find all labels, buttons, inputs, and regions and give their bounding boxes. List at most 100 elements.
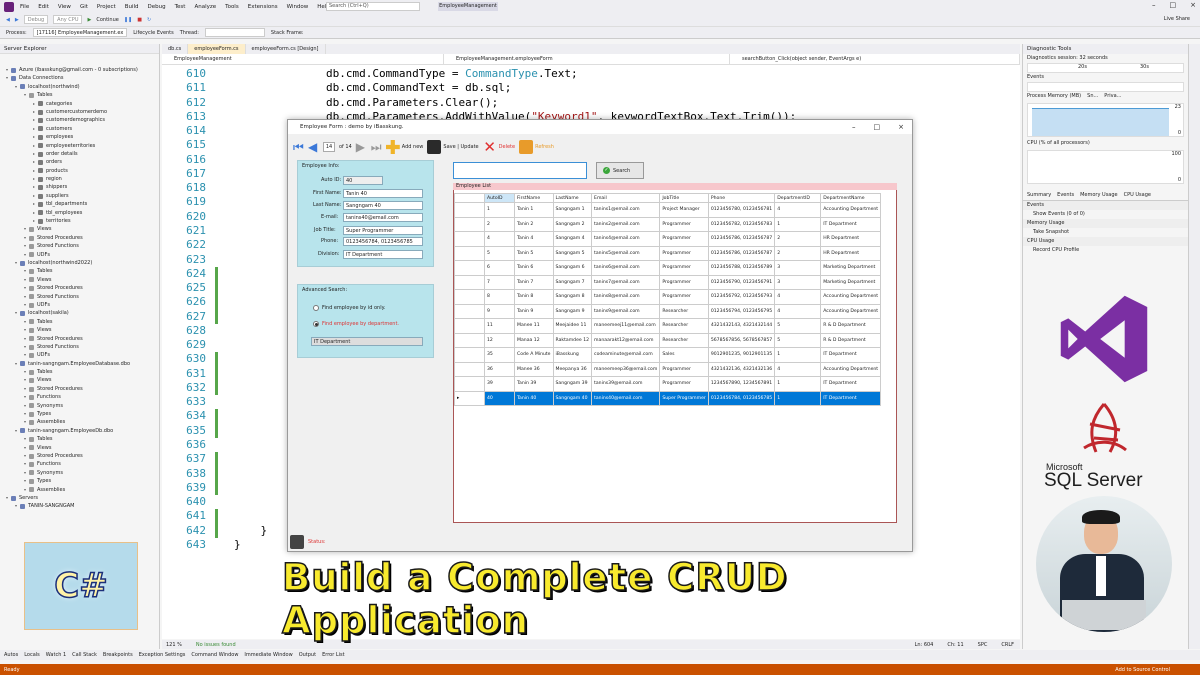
row-selector[interactable]	[454, 318, 485, 334]
show-events-link[interactable]: Show Events (0 of 0)	[1023, 210, 1188, 219]
tree-node[interactable]: ▾ Servers	[6, 494, 159, 502]
member-nav-select[interactable]: searchButton_Click(object sender, EventA…	[730, 54, 1020, 64]
tree-node[interactable]: ▸ customercustomerdemo	[6, 108, 159, 116]
tree-node[interactable]: ▾ Types	[6, 477, 159, 485]
tree-node[interactable]: ▾ UDFs	[6, 351, 159, 359]
menu-extensions[interactable]: Extensions	[248, 4, 278, 10]
stop-icon[interactable]: ■	[137, 17, 142, 23]
menu-analyze[interactable]: Analyze	[194, 4, 216, 10]
lifecycle-events-button[interactable]: Lifecycle Events	[133, 30, 173, 36]
table-row[interactable]: 6 Tanin 6 Sangngam 6 tanins6@email.com Progr…	[454, 260, 882, 276]
close-icon[interactable]: ×	[1190, 1, 1196, 9]
menu-git[interactable]: Git	[80, 4, 88, 10]
tree-node[interactable]: ▾ Views	[6, 326, 159, 334]
menu-project[interactable]: Project	[97, 4, 116, 10]
employee-grid[interactable]: AutoID FirstName LastName Email JobTitle Phon…	[453, 184, 897, 523]
grid-column-header[interactable]: FirstName	[514, 193, 554, 203]
row-selector[interactable]	[454, 202, 485, 218]
continue-button[interactable]: Continue	[96, 17, 118, 23]
row-selector[interactable]	[454, 289, 485, 305]
tree-node[interactable]: ▾ Tables	[6, 318, 159, 326]
cpu-graph[interactable]: 100 0	[1027, 150, 1184, 184]
tab-output[interactable]: Output	[299, 652, 316, 658]
tree-node[interactable]: ▸ region	[6, 175, 159, 183]
tree-node[interactable]: ▸ orders	[6, 158, 159, 166]
menu-window[interactable]: Window	[287, 4, 309, 10]
pause-icon[interactable]: ❚❚	[124, 17, 132, 23]
tab-db-cs[interactable]: db.cs	[162, 44, 189, 54]
table-row[interactable]: 2 Tanin 2 Sangngam 2 tanins2@email.com Progr…	[454, 216, 882, 232]
tree-node[interactable]: ▾ tanin-sangngam.EmployeeDb.dbo	[6, 427, 159, 435]
back-icon[interactable]: ◀	[6, 17, 10, 23]
diag-tab-cpu-usage[interactable]: CPU Usage	[1124, 192, 1151, 198]
tree-node[interactable]: ▾ Stored Procedures	[6, 385, 159, 393]
save-update-button[interactable]: Save | Update	[427, 140, 479, 154]
tab-watch-1[interactable]: Watch 1	[46, 652, 66, 658]
tab-command-window[interactable]: Command Window	[191, 652, 238, 658]
tree-node[interactable]: ▾ Tables	[6, 267, 159, 275]
search-button[interactable]: ✓ Search	[596, 162, 644, 179]
page-input[interactable]: 14	[323, 142, 335, 152]
tree-node[interactable]: ▾ Assemblies	[6, 486, 159, 494]
tree-node[interactable]: ▾ Stored Functions	[6, 343, 159, 351]
tree-node[interactable]: ▾ Stored Procedures	[6, 335, 159, 343]
table-row[interactable]: 39 Tanin 39 Sangngam 39 tanins39@email.com P…	[454, 376, 882, 392]
refresh-button[interactable]: Refresh	[519, 140, 554, 154]
row-selector[interactable]	[454, 274, 485, 290]
row-selector[interactable]	[454, 347, 485, 363]
right-tool-rail[interactable]	[1188, 44, 1200, 649]
table-row[interactable]: 11 Manee 11 Meejaidee 11 maneemeej11@email.…	[454, 318, 882, 334]
tab-immediate-window[interactable]: Immediate Window	[244, 652, 292, 658]
add-to-source-control-button[interactable]: Add to Source Control	[1115, 667, 1170, 673]
tree-node[interactable]: ▾ Types	[6, 410, 159, 418]
delete-button[interactable]: ✕ Delete	[483, 140, 515, 155]
tab-error-list[interactable]: Error List	[322, 652, 345, 658]
play-icon[interactable]: ▶	[87, 17, 91, 23]
table-row[interactable]: 8 Tanin 8 Sangngam 8 tanins8@email.com Progr…	[454, 289, 882, 305]
tree-node[interactable]: ▸ tbl_employees	[6, 209, 159, 217]
form-minimize-icon[interactable]: –	[852, 120, 856, 134]
restart-icon[interactable]: ↻	[147, 17, 151, 23]
tree-node[interactable]: ▸ employeeterritories	[6, 142, 159, 150]
grid-column-header[interactable]: JobTitle	[659, 193, 709, 203]
table-row[interactable]: 9 Tanin 9 Sangngam 9 tanins9@email.com Resea…	[454, 303, 882, 319]
tab-employee-form-cs[interactable]: employeeForm.cs	[188, 44, 246, 54]
tree-node[interactable]: ▸ customers	[6, 125, 159, 133]
tree-node[interactable]: ▾ Stored Functions	[6, 242, 159, 250]
row-selector[interactable]	[454, 260, 485, 276]
table-row[interactable]: 7 Tanin 7 Sangngam 7 tanins7@email.com Progr…	[454, 274, 882, 290]
class-nav-select[interactable]: EmployeeManagement.employeeForm	[444, 54, 730, 64]
row-selector[interactable]	[454, 303, 485, 319]
tree-node[interactable]: ▾ Stored Functions	[6, 293, 159, 301]
email-field[interactable]: tanins40@email.com	[343, 213, 423, 222]
search-input[interactable]: Search (Ctrl+Q)	[326, 2, 420, 11]
table-row[interactable]: 35 Code A Minute iBasskung codeaminute@emai…	[454, 347, 882, 363]
table-row[interactable]: 12 Manaa 12 Raktamdee 12 manaarakt12@email.…	[454, 332, 882, 348]
tree-node[interactable]: ▾ Stored Procedures	[6, 284, 159, 292]
tree-node[interactable]: ▸ suppliers	[6, 192, 159, 200]
zoom-level[interactable]: 121 %	[166, 642, 182, 648]
tree-node[interactable]: ▸ employees	[6, 133, 159, 141]
tree-node[interactable]: ▾ Synonyms	[6, 469, 159, 477]
maximize-icon[interactable]: □	[1170, 1, 1177, 9]
tree-node[interactable]: ▾ UDFs	[6, 251, 159, 259]
auto-id-field[interactable]: 40	[343, 176, 383, 185]
tree-node[interactable]: ▾ Assemblies	[6, 418, 159, 426]
table-row[interactable]: 5 Tanin 5 Sangngam 5 tanins5@email.com Progr…	[454, 245, 882, 261]
issues-status[interactable]: No issues found	[196, 642, 236, 648]
tree-node[interactable]: ▾ localhost(northwind)	[6, 83, 159, 91]
minimize-icon[interactable]: –	[1152, 1, 1156, 9]
record-cpu-profile-button[interactable]: Record CPU Profile	[1023, 246, 1188, 255]
row-selector[interactable]: ▸	[454, 390, 485, 406]
grid-column-header[interactable]: DepartmentID	[774, 193, 822, 203]
tree-node[interactable]: ▾ Tables	[6, 91, 159, 99]
tree-node[interactable]: ▾ Tables	[6, 435, 159, 443]
next-record-icon[interactable]: ▶	[356, 140, 367, 154]
row-selector[interactable]	[454, 332, 485, 348]
tree-node[interactable]: ▾ Views	[6, 376, 159, 384]
tab-locals[interactable]: Locals	[24, 652, 40, 658]
table-row[interactable]: 1 Tanin 1 Sangngam 1 tanins1@email.com Proje…	[454, 202, 882, 218]
thread-select[interactable]	[204, 28, 265, 37]
keyword-input[interactable]	[453, 162, 587, 179]
job-title-field[interactable]: Super Programmer	[343, 226, 423, 235]
